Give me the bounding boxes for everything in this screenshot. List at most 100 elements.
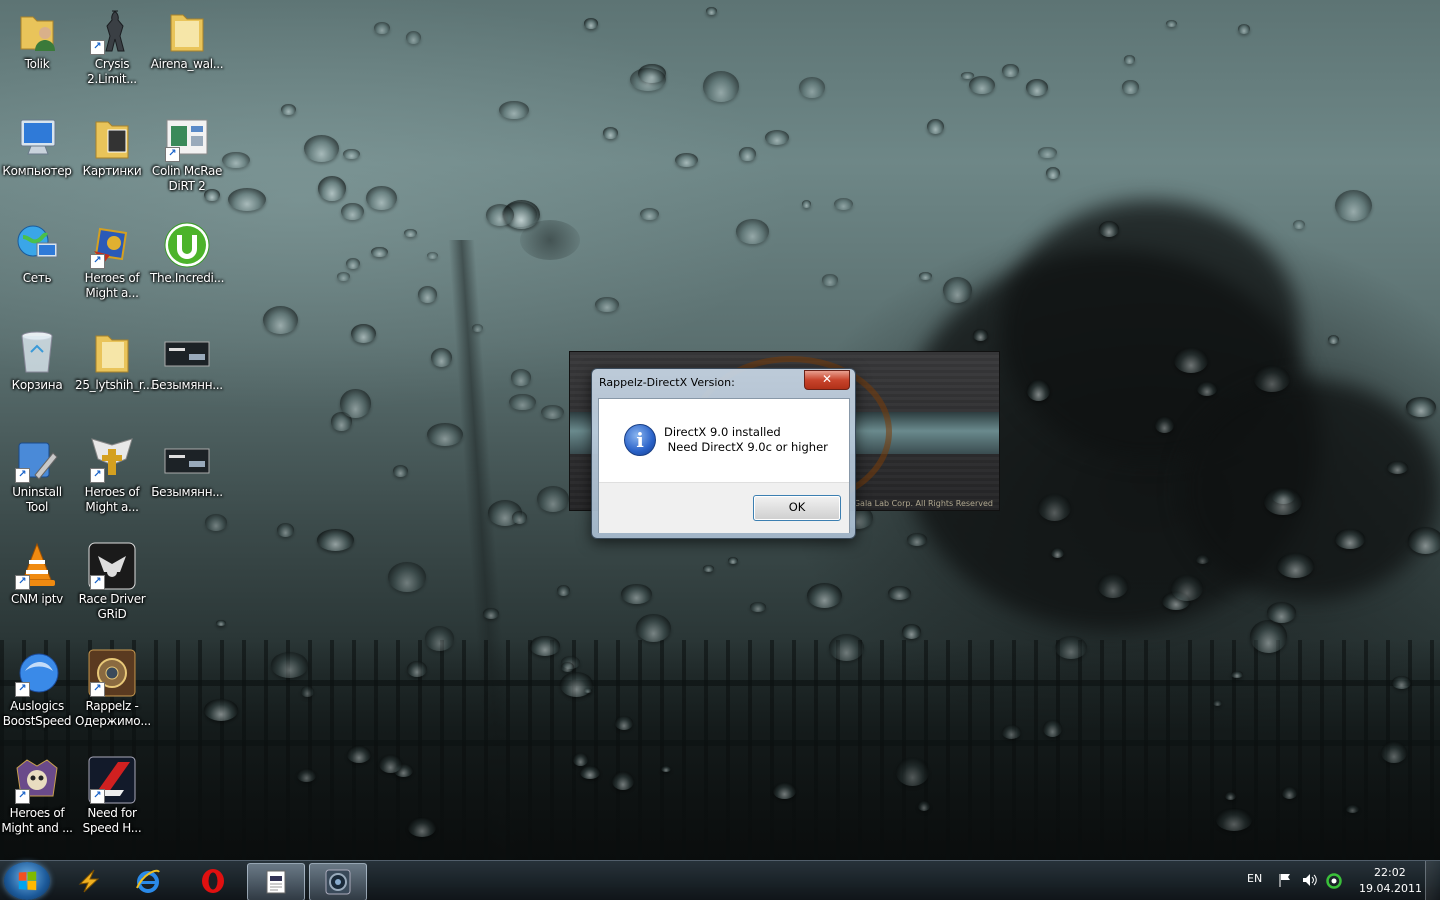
raindrop [388, 561, 426, 592]
fence-rail [0, 680, 1440, 686]
raindrop [556, 584, 571, 597]
dialog-title: Rappelz-DirectX Version: [599, 376, 735, 389]
clock-date[interactable]: 19.04.2011 [1359, 882, 1422, 895]
raindrop [222, 151, 250, 169]
taskbar-internet-explorer[interactable] [120, 863, 176, 899]
raindrop [919, 272, 933, 281]
raindrop [612, 772, 634, 790]
image-file-icon [163, 328, 211, 376]
volume-icon[interactable] [1302, 873, 1318, 890]
raindrop [702, 565, 714, 572]
desktop-icon-computer[interactable]: Компьютер [0, 114, 74, 179]
taskbar-pinned-app[interactable] [61, 863, 117, 899]
taskbar-rappelz-launcher[interactable] [309, 863, 367, 900]
desktop-icon-network[interactable]: Сеть [0, 221, 74, 286]
raindrop [472, 323, 484, 332]
taskbar-notepad-document[interactable] [247, 863, 305, 900]
raindrop [895, 758, 929, 786]
taskbar-opera[interactable] [185, 863, 241, 899]
raindrop [906, 532, 928, 546]
desktop-icon-25-lytshih[interactable]: 25_lytshih_r... [75, 328, 153, 393]
raindrop [297, 768, 316, 782]
raindrop [281, 103, 297, 116]
raindrop [340, 202, 364, 220]
desktop-icon-heroes-1[interactable]: ↗ Heroes of Might a... [75, 221, 149, 301]
desktop-icon-auslogics-boostspeed[interactable]: ↗ Auslogics BoostSpeed [0, 649, 74, 729]
desktop-icon-heroes-2[interactable]: ↗ Heroes of Might a... [75, 435, 149, 515]
dialog-client-area: i DirectX 9.0 installed Need DirectX 9.0… [598, 398, 850, 533]
raindrop [351, 323, 376, 343]
desktop-icon-rappelz[interactable]: ↗ Rappelz - Одержимо... [75, 649, 151, 729]
raindrop [430, 347, 453, 367]
shortcut-arrow-icon: ↗ [90, 789, 105, 804]
raindrop [917, 800, 930, 811]
raindrop [1027, 380, 1050, 401]
desktop-icon-airena-wal[interactable]: Airena_wal... [150, 7, 224, 72]
raindrop [1253, 366, 1290, 393]
desktop-icon-tolik[interactable]: Tolik [0, 7, 74, 72]
raindrop [510, 369, 532, 386]
fence-rail [0, 740, 1440, 746]
raindrop [1025, 79, 1048, 96]
desktop-icon-colin-mcrae-dirt-2[interactable]: ↗ Colin McRae DiRT 2 [150, 114, 224, 194]
raindrop [373, 21, 390, 35]
start-button[interactable] [4, 862, 50, 900]
raindrop [417, 285, 438, 303]
raindrop [1281, 786, 1297, 799]
raindrop [303, 135, 339, 163]
desktop-icon-uninstall-tool[interactable]: ↗ Uninstall Tool [0, 435, 74, 515]
utorrent-icon [163, 221, 211, 269]
desktop-icon-need-for-speed[interactable]: ↗ Need for Speed H... [75, 756, 149, 836]
rappelz-taskbar-icon [325, 869, 351, 895]
raindrop [1407, 527, 1440, 555]
desktop-icon-race-driver-grid[interactable]: ↗ Race Driver GRiD [75, 542, 149, 622]
raindrop [1334, 528, 1365, 550]
raindrop [1122, 79, 1140, 95]
desktop-icon-recycle-bin[interactable]: Корзина [0, 328, 74, 393]
desktop-icon-heroes-3[interactable]: ↗ Heroes of Might and ... [0, 756, 74, 836]
raindrop [378, 755, 402, 774]
raindrop [727, 556, 739, 564]
language-indicator[interactable]: EN [1247, 872, 1262, 885]
raindrop [580, 765, 600, 779]
computer-icon [13, 114, 61, 162]
raindrop [1392, 676, 1411, 690]
shortcut-arrow-icon: ↗ [15, 468, 30, 483]
raindrop [1328, 334, 1340, 345]
raindrop [1002, 725, 1021, 739]
desktop-icon-utorrent[interactable]: The.Incredi... [150, 221, 224, 286]
raindrop [603, 127, 619, 139]
shortcut-arrow-icon: ↗ [90, 40, 105, 55]
ok-button[interactable]: OK [753, 495, 841, 521]
raindrop [1045, 167, 1061, 180]
raindrop [301, 685, 314, 697]
clock-time[interactable]: 22:02 [1374, 866, 1406, 879]
raindrop [1038, 146, 1057, 159]
shortcut-arrow-icon: ↗ [90, 682, 105, 697]
show-desktop-button[interactable] [1425, 861, 1440, 900]
rappelz-icon: ↗ [88, 649, 136, 697]
raindrop [1002, 63, 1019, 78]
desktop[interactable]: Tolik ↗ Crysis 2.Limit... Airena_wal... … [0, 0, 1440, 900]
raindrop [405, 31, 421, 44]
desktop-icon-cnm-iptv[interactable]: ↗ CNM iptv [0, 542, 74, 607]
raindrop [425, 626, 454, 652]
image-file-icon [163, 435, 211, 483]
raindrop [346, 746, 371, 764]
raindrop [427, 252, 438, 259]
action-center-flag-icon[interactable] [1278, 873, 1292, 890]
raindrop [635, 614, 671, 642]
network-tray-icon[interactable] [1326, 873, 1342, 892]
crysis-icon: ↗ [88, 7, 136, 55]
lightning-app-icon [78, 869, 100, 893]
raindrop [639, 208, 659, 221]
desktop-icon-unnamed-1[interactable]: Безымянн... [150, 328, 224, 393]
raindrop [887, 585, 911, 600]
desktop-icon-pictures[interactable]: Картинки [75, 114, 149, 179]
raindrop [541, 405, 564, 420]
raindrop [404, 228, 418, 238]
desktop-icon-crysis-2[interactable]: ↗ Crysis 2.Limit... [75, 7, 149, 87]
desktop-icon-unnamed-2[interactable]: Безымянн... [150, 435, 224, 500]
vlc-icon: ↗ [13, 542, 61, 590]
dialog-close-button[interactable]: ✕ [804, 370, 850, 390]
